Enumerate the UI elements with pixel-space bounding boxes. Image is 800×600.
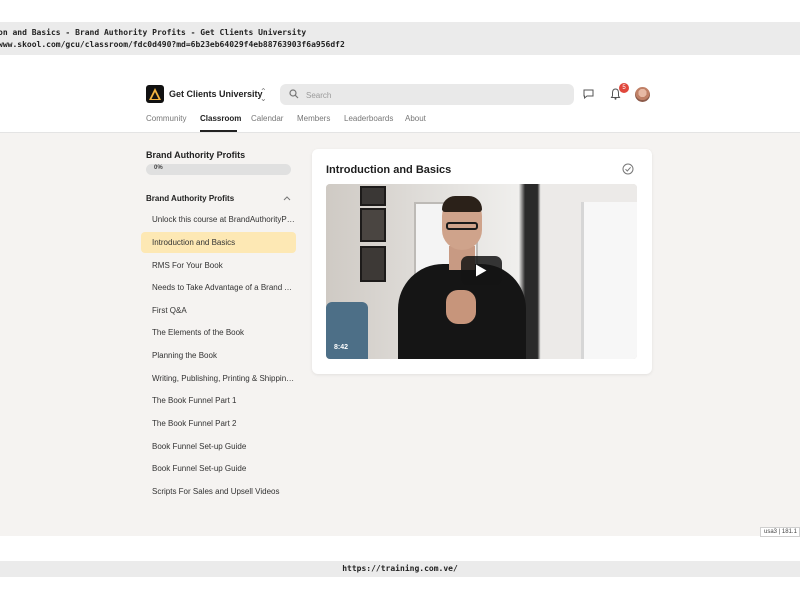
site-header: Get Clients University ⌃⌄ 5 Community Cl… xyxy=(0,56,800,133)
play-icon xyxy=(476,264,487,277)
lesson-item[interactable]: The Book Funnel Part 2 xyxy=(141,413,296,434)
chevron-up-icon[interactable] xyxy=(283,195,291,201)
search-input[interactable] xyxy=(304,87,568,104)
community-logo[interactable] xyxy=(146,85,164,103)
logo-mark-icon xyxy=(149,88,161,100)
lesson-item[interactable]: The Elements of the Book xyxy=(141,322,296,343)
tab-community[interactable]: Community xyxy=(146,114,186,123)
window-title: on and Basics - Brand Authority Profits … xyxy=(0,28,307,37)
search-bar[interactable] xyxy=(280,84,574,105)
course-progress-bar: 0% xyxy=(146,164,291,175)
lesson-item[interactable]: The Book Funnel Part 1 xyxy=(141,390,296,411)
lesson-item[interactable]: Writing, Publishing, Printing & Shipping… xyxy=(141,368,296,389)
thumbnail-frame xyxy=(360,246,386,282)
tab-calendar[interactable]: Calendar xyxy=(251,114,283,123)
thumbnail-whiteboard xyxy=(581,202,637,359)
tab-members[interactable]: Members xyxy=(297,114,330,123)
footer-url-bar: https://training.com.ve/ xyxy=(0,561,800,577)
lesson-item[interactable]: Book Funnel Set-up Guide xyxy=(141,458,296,479)
progress-label: 0% xyxy=(154,165,163,171)
tab-about[interactable]: About xyxy=(405,114,426,123)
lesson-card: Introduction and Basics 8:42 xyxy=(312,149,652,374)
notification-badge[interactable]: 5 xyxy=(619,83,629,93)
active-tab-indicator xyxy=(200,130,237,132)
lesson-item[interactable]: First Q&A xyxy=(141,300,296,321)
lesson-item-active[interactable]: Introduction and Basics xyxy=(141,232,296,253)
video-player[interactable]: 8:42 xyxy=(326,184,637,359)
section-title[interactable]: Brand Authority Profits xyxy=(146,194,234,203)
thumbnail-frame xyxy=(360,186,386,206)
presenter-hair xyxy=(442,196,482,212)
user-avatar[interactable] xyxy=(635,87,650,102)
version-tag: usa3 | 181.1 xyxy=(760,527,800,537)
lesson-item[interactable]: Scripts For Sales and Upsell Videos xyxy=(141,481,296,502)
community-name[interactable]: Get Clients University xyxy=(169,89,263,99)
play-button[interactable] xyxy=(461,256,502,285)
lesson-item[interactable]: Planning the Book xyxy=(141,345,296,366)
footer-url: https://training.com.ve/ xyxy=(342,564,458,573)
presenter-glasses xyxy=(446,222,478,230)
browser-title-bar: on and Basics - Brand Authority Profits … xyxy=(0,22,800,55)
community-switcher-icon[interactable]: ⌃ ⌄ xyxy=(260,88,267,103)
thumbnail-frame xyxy=(360,208,386,242)
classroom-content: Brand Authority Profits 0% Brand Authori… xyxy=(0,133,800,536)
course-title: Brand Authority Profits xyxy=(146,150,246,160)
chat-icon[interactable] xyxy=(583,89,594,99)
lesson-title: Introduction and Basics xyxy=(326,164,452,176)
search-icon xyxy=(289,89,299,99)
lesson-item[interactable]: Needs to Take Advantage of a Brand Au... xyxy=(141,277,296,298)
presenter-hands xyxy=(446,290,476,324)
lesson-item[interactable]: RMS For Your Book xyxy=(141,255,296,276)
lesson-item[interactable]: Unlock this course at BrandAuthorityPro.… xyxy=(141,209,296,230)
url-text: www.skool.com/gcu/classroom/fdc0d490?md=… xyxy=(0,40,345,49)
mark-complete-check-icon[interactable] xyxy=(622,163,634,175)
lesson-item[interactable]: Book Funnel Set-up Guide xyxy=(141,436,296,457)
tab-classroom[interactable]: Classroom xyxy=(200,114,241,123)
tab-leaderboards[interactable]: Leaderboards xyxy=(344,114,393,123)
video-duration: 8:42 xyxy=(334,344,349,351)
